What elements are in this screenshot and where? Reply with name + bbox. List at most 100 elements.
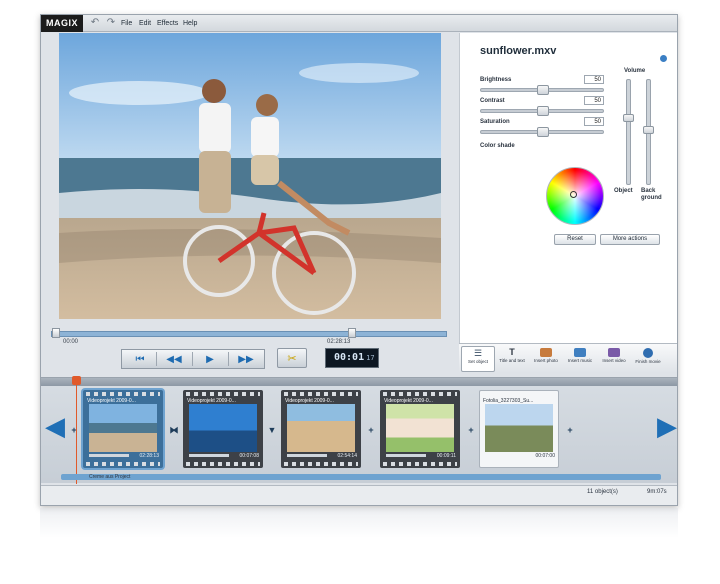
divider bbox=[156, 352, 157, 366]
object-volume-knob[interactable] bbox=[623, 114, 634, 122]
preview-image bbox=[59, 33, 441, 319]
brightness-value[interactable]: 50 bbox=[584, 75, 604, 84]
storyboard-ruler bbox=[41, 378, 677, 386]
contrast-label: Contrast bbox=[480, 98, 505, 104]
color-shade-label: Color shade bbox=[480, 143, 515, 149]
background-volume-knob[interactable] bbox=[643, 126, 654, 134]
insert-video-tool[interactable]: Insert video bbox=[597, 346, 631, 372]
contrast-knob[interactable] bbox=[537, 106, 549, 116]
title-text-tool[interactable]: T Title and text bbox=[495, 346, 529, 372]
timecode-value: 00:01 bbox=[334, 352, 365, 363]
insert-transition-icon[interactable]: + bbox=[366, 425, 376, 435]
reset-button[interactable]: Reset bbox=[554, 234, 596, 245]
storyboard-footer-label: Creme aus Project bbox=[89, 474, 131, 480]
rewind-button[interactable]: ◀◀ bbox=[160, 351, 188, 367]
play-icon: ▶ bbox=[206, 353, 214, 365]
object-count: 11 object(s) bbox=[587, 489, 618, 495]
help-icon[interactable] bbox=[660, 55, 667, 62]
play-button[interactable]: ▶ bbox=[196, 351, 224, 367]
storyboard-clip[interactable]: Fotolia_3227303_Su... 00:07:00 bbox=[479, 390, 559, 468]
volume-label: Volume bbox=[624, 68, 646, 74]
saturation-knob[interactable] bbox=[537, 127, 549, 137]
tool-label: Finish movie bbox=[635, 359, 661, 364]
clip-progress bbox=[386, 454, 426, 457]
storyboard-clip[interactable]: Videoprojekt 2009-0... 00:09:11 bbox=[380, 390, 460, 468]
clip-progress bbox=[89, 454, 129, 457]
playback-position-bar[interactable] bbox=[51, 328, 447, 338]
clip-duration: 02:28:13 bbox=[139, 453, 159, 459]
storyboard-scrollbar[interactable] bbox=[61, 474, 661, 480]
storyboard-clip[interactable]: Videoprojekt 2009-0... 02:54:14 bbox=[281, 390, 361, 468]
object-volume-slider[interactable] bbox=[623, 79, 634, 185]
playhead-handle[interactable] bbox=[72, 376, 81, 385]
skip-start-icon: ⏮ bbox=[135, 353, 145, 365]
video-icon bbox=[608, 348, 620, 357]
storyboard-clip[interactable]: Videoprojekt 2009-0... 02:28:13 bbox=[83, 390, 163, 468]
brightness-knob[interactable] bbox=[537, 85, 549, 95]
object-label: Object bbox=[614, 188, 633, 194]
contrast-value[interactable]: 50 bbox=[584, 96, 604, 105]
menu-file[interactable]: File bbox=[121, 15, 132, 32]
transition-icon[interactable]: ⧓ bbox=[169, 425, 179, 435]
magix-logo: MAGIX bbox=[41, 15, 83, 32]
menu-effects[interactable]: Effects bbox=[157, 15, 178, 32]
brightness-label: Brightness bbox=[480, 77, 512, 83]
insert-transition-icon[interactable]: + bbox=[466, 425, 476, 435]
saturation-slider[interactable] bbox=[480, 127, 604, 137]
set-object-tool[interactable]: ☰ Set object bbox=[461, 346, 495, 372]
range-start-marker[interactable] bbox=[52, 328, 60, 338]
clip-progress bbox=[287, 454, 327, 457]
background-label-line2: ground bbox=[641, 195, 662, 201]
app-window: MAGIX ↶ ↷ File Edit Effects Help 00:00 0… bbox=[40, 14, 678, 506]
transition-icon[interactable]: ▼ bbox=[267, 425, 277, 435]
arrow-left-icon: ◀ bbox=[45, 411, 65, 441]
finish-movie-tool[interactable]: Finish movie bbox=[631, 346, 665, 372]
start-time: 00:00 bbox=[63, 339, 79, 345]
menu-help[interactable]: Help bbox=[183, 15, 197, 32]
contrast-slider[interactable] bbox=[480, 106, 604, 116]
tool-label: Insert photo bbox=[534, 358, 558, 363]
divider bbox=[228, 352, 229, 366]
timecode-frames: 17 bbox=[366, 354, 375, 362]
insert-transition-icon[interactable]: + bbox=[565, 425, 575, 435]
insert-music-tool[interactable]: Insert music bbox=[563, 346, 597, 372]
undo-icon[interactable]: ↶ bbox=[89, 17, 101, 29]
background-volume-slider[interactable] bbox=[643, 79, 654, 185]
skip-to-start-button[interactable]: ⏮ bbox=[126, 351, 154, 367]
redo-icon[interactable]: ↷ bbox=[105, 17, 117, 29]
insert-photo-tool[interactable]: Insert photo bbox=[529, 346, 563, 372]
rewind-icon: ◀◀ bbox=[166, 353, 182, 365]
tool-label: Title and text bbox=[499, 358, 525, 363]
text-icon: T bbox=[509, 347, 515, 357]
tool-label: Insert music bbox=[567, 358, 593, 363]
tool-label: Insert video bbox=[602, 358, 626, 363]
fast-forward-icon: ▶▶ bbox=[238, 353, 254, 365]
background-label-line1: Back bbox=[641, 188, 656, 194]
brightness-slider[interactable] bbox=[480, 85, 604, 95]
insert-transition-icon[interactable]: + bbox=[69, 425, 79, 435]
clip-progress bbox=[189, 454, 229, 457]
range-end-marker[interactable] bbox=[348, 328, 356, 338]
clip-duration: 00:07:08 bbox=[239, 453, 259, 459]
scissors-icon: ✂ bbox=[287, 352, 297, 365]
menu-bar: MAGIX ↶ ↷ File Edit Effects Help bbox=[41, 15, 677, 32]
storyboard-clip[interactable]: Videoprojekt 2009-0... 00:07:08 bbox=[183, 390, 263, 468]
scroll-right-button[interactable]: ▶ bbox=[657, 406, 677, 446]
scroll-left-button[interactable]: ◀ bbox=[45, 406, 65, 446]
cut-button[interactable]: ✂ bbox=[277, 348, 307, 368]
status-bar: 11 object(s) 9m:07s bbox=[41, 485, 677, 505]
saturation-value[interactable]: 50 bbox=[584, 117, 604, 126]
storyboard: ◀ ▶ + Videoprojekt 2009-0... 02:28:13 ⧓ … bbox=[41, 376, 677, 484]
more-actions-button[interactable]: More actions bbox=[600, 234, 660, 245]
color-picker-point[interactable] bbox=[570, 191, 577, 198]
clip-duration: 02:54:14 bbox=[337, 453, 357, 459]
video-preview[interactable] bbox=[59, 33, 441, 319]
fast-forward-button[interactable]: ▶▶ bbox=[232, 351, 260, 367]
properties-panel: sunflower.mxv Brightness 50 Contrast 50 … bbox=[459, 33, 677, 343]
end-time: 02:28:13 bbox=[327, 339, 351, 345]
window-reflection bbox=[40, 508, 678, 538]
menu-edit[interactable]: Edit bbox=[139, 15, 151, 32]
clip-thumbnail bbox=[189, 404, 257, 452]
total-duration: 9m:07s bbox=[647, 489, 667, 495]
arrow-right-icon: ▶ bbox=[657, 411, 677, 441]
